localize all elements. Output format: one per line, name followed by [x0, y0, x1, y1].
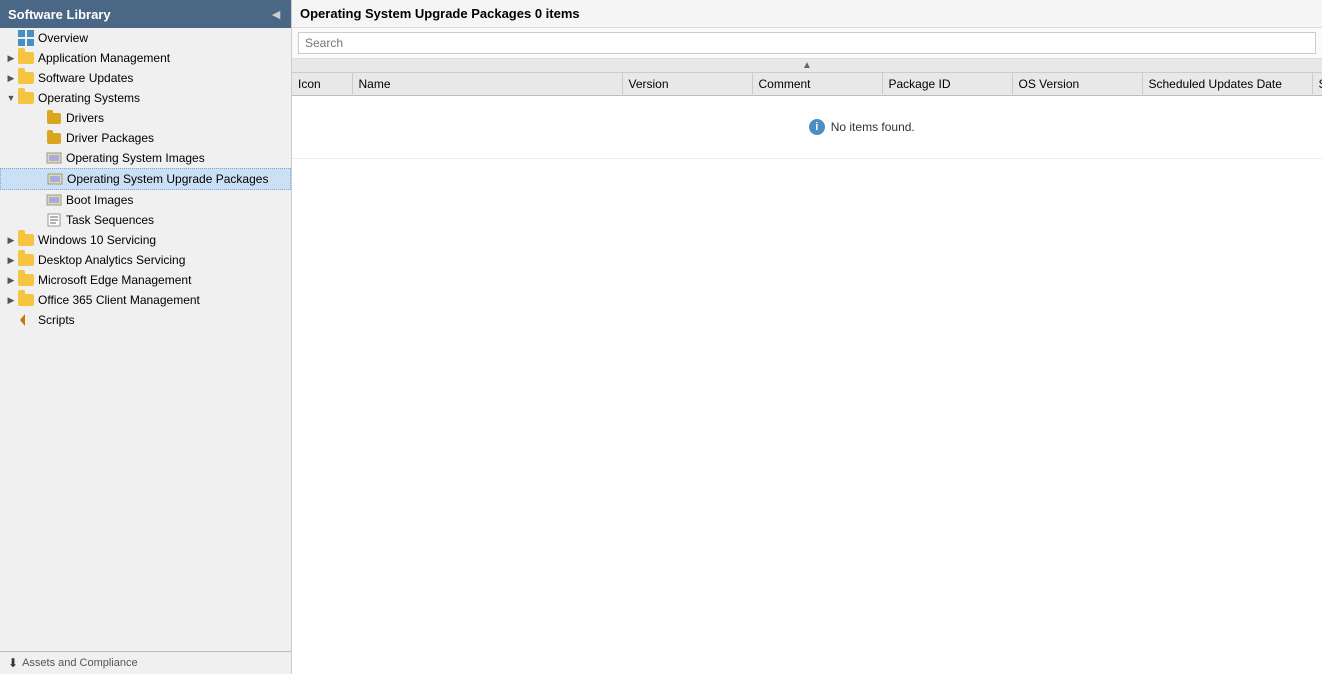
- expand-arrow-desktop-analytics[interactable]: ▶: [4, 255, 18, 266]
- sidebar-item-desktop-analytics[interactable]: ▶ Desktop Analytics Servicing: [0, 250, 291, 270]
- icon-folder: [18, 272, 34, 288]
- sidebar-label-scripts: Scripts: [38, 313, 75, 327]
- sidebar-item-boot-images[interactable]: Boot Images: [0, 190, 291, 210]
- col-header-os-version[interactable]: OS Version: [1012, 73, 1142, 96]
- sidebar-item-os-images[interactable]: Operating System Images: [0, 148, 291, 168]
- no-items-text: No items found.: [831, 120, 915, 134]
- expand-arrow-win10-servicing[interactable]: ▶: [4, 235, 18, 246]
- icon-folder: [18, 90, 34, 106]
- sidebar-item-scripts[interactable]: Scripts: [0, 310, 291, 330]
- sidebar-footer[interactable]: ⬇ Assets and Compliance: [0, 651, 291, 674]
- col-header-icon[interactable]: Icon: [292, 73, 352, 96]
- icon-folder: [18, 252, 34, 268]
- grid-header-row: IconNameVersionCommentPackage IDOS Versi…: [292, 73, 1322, 96]
- icon-folder: [18, 292, 34, 308]
- sidebar-label-sw-updates: Software Updates: [38, 71, 133, 85]
- sidebar-item-ms-edge[interactable]: ▶ Microsoft Edge Management: [0, 270, 291, 290]
- main-content: Operating System Upgrade Packages 0 item…: [292, 0, 1322, 674]
- sidebar-label-drivers: Drivers: [66, 111, 104, 125]
- search-input[interactable]: [298, 32, 1316, 54]
- grid-header: IconNameVersionCommentPackage IDOS Versi…: [292, 73, 1322, 96]
- sidebar-label-driver-pkgs: Driver Packages: [66, 131, 154, 145]
- sidebar-item-os-upgrade-pkgs[interactable]: Operating System Upgrade Packages: [0, 168, 291, 190]
- col-header-version[interactable]: Version: [622, 73, 752, 96]
- sidebar-label-os-upgrade-pkgs: Operating System Upgrade Packages: [67, 172, 268, 186]
- icon-task: [46, 212, 62, 228]
- sidebar: Software Library ◄ Overview ▶ Application …: [0, 0, 292, 674]
- sidebar-item-app-mgmt[interactable]: ▶ Application Management: [0, 48, 291, 68]
- sidebar-item-driver-pkgs[interactable]: Driver Packages: [0, 128, 291, 148]
- sidebar-collapse-button[interactable]: ◄: [269, 6, 283, 22]
- no-items-row: i No items found.: [292, 96, 1322, 159]
- sidebar-label-ms-edge: Microsoft Edge Management: [38, 273, 191, 287]
- sidebar-label-overview: Overview: [38, 31, 88, 45]
- sidebar-item-office365[interactable]: ▶ Office 365 Client Management: [0, 290, 291, 310]
- sidebar-item-win10-servicing[interactable]: ▶ Windows 10 Servicing: [0, 230, 291, 250]
- info-icon: i: [809, 119, 825, 135]
- expand-arrow-os[interactable]: ▼: [4, 93, 18, 103]
- sidebar-header: Software Library ◄: [0, 0, 291, 28]
- sidebar-item-sw-updates[interactable]: ▶ Software Updates: [0, 68, 291, 88]
- icon-folder: [18, 232, 34, 248]
- icon-folder: [18, 70, 34, 86]
- icon-small-folder: [46, 110, 62, 126]
- icon-special: [46, 192, 62, 208]
- search-bar: [292, 28, 1322, 59]
- expand-arrow-ms-edge[interactable]: ▶: [4, 275, 18, 286]
- sidebar-label-boot-images: Boot Images: [66, 193, 133, 207]
- sidebar-item-drivers[interactable]: Drivers: [0, 108, 291, 128]
- sidebar-item-os[interactable]: ▼ Operating Systems: [0, 88, 291, 108]
- icon-special: [46, 150, 62, 166]
- sidebar-label-office365: Office 365 Client Management: [38, 293, 200, 307]
- sidebar-label-desktop-analytics: Desktop Analytics Servicing: [38, 253, 185, 267]
- icon-folder: [18, 50, 34, 66]
- expand-arrow-app-mgmt[interactable]: ▶: [4, 53, 18, 64]
- sidebar-footer-label: Assets and Compliance: [22, 657, 138, 669]
- sidebar-label-task-sequences: Task Sequences: [66, 213, 154, 227]
- sidebar-title: Software Library: [8, 7, 111, 22]
- col-header-scheduled-u[interactable]: Scheduled U: [1312, 73, 1322, 96]
- sidebar-content: Overview ▶ Application Management ▶ Software…: [0, 28, 291, 651]
- col-header-comment[interactable]: Comment: [752, 73, 882, 96]
- grid-container: ▲ IconNameVersionCommentPackage IDOS Ver…: [292, 59, 1322, 674]
- sidebar-item-overview[interactable]: Overview: [0, 28, 291, 48]
- sidebar-label-win10-servicing: Windows 10 Servicing: [38, 233, 156, 247]
- col-header-package-id[interactable]: Package ID: [882, 73, 1012, 96]
- icon-overview: [18, 30, 34, 46]
- col-header-name[interactable]: Name: [352, 73, 622, 96]
- scroll-up-indicator[interactable]: ▲: [292, 59, 1322, 73]
- expand-arrow-sw-updates[interactable]: ▶: [4, 73, 18, 84]
- icon-small-folder: [46, 130, 62, 146]
- sidebar-label-os: Operating Systems: [38, 91, 140, 105]
- grid-body: i No items found.: [292, 96, 1322, 159]
- no-items-message: i No items found.: [298, 99, 1322, 155]
- main-header: Operating System Upgrade Packages 0 item…: [292, 0, 1322, 28]
- icon-scripts: [18, 312, 34, 328]
- col-header-scheduled-updates-date[interactable]: Scheduled Updates Date: [1142, 73, 1312, 96]
- sidebar-label-app-mgmt: Application Management: [38, 51, 170, 65]
- icon-special-selected: [47, 171, 63, 187]
- sidebar-item-task-sequences[interactable]: Task Sequences: [0, 210, 291, 230]
- expand-arrow-office365[interactable]: ▶: [4, 295, 18, 306]
- data-grid: IconNameVersionCommentPackage IDOS Versi…: [292, 73, 1322, 159]
- sidebar-label-os-images: Operating System Images: [66, 151, 205, 165]
